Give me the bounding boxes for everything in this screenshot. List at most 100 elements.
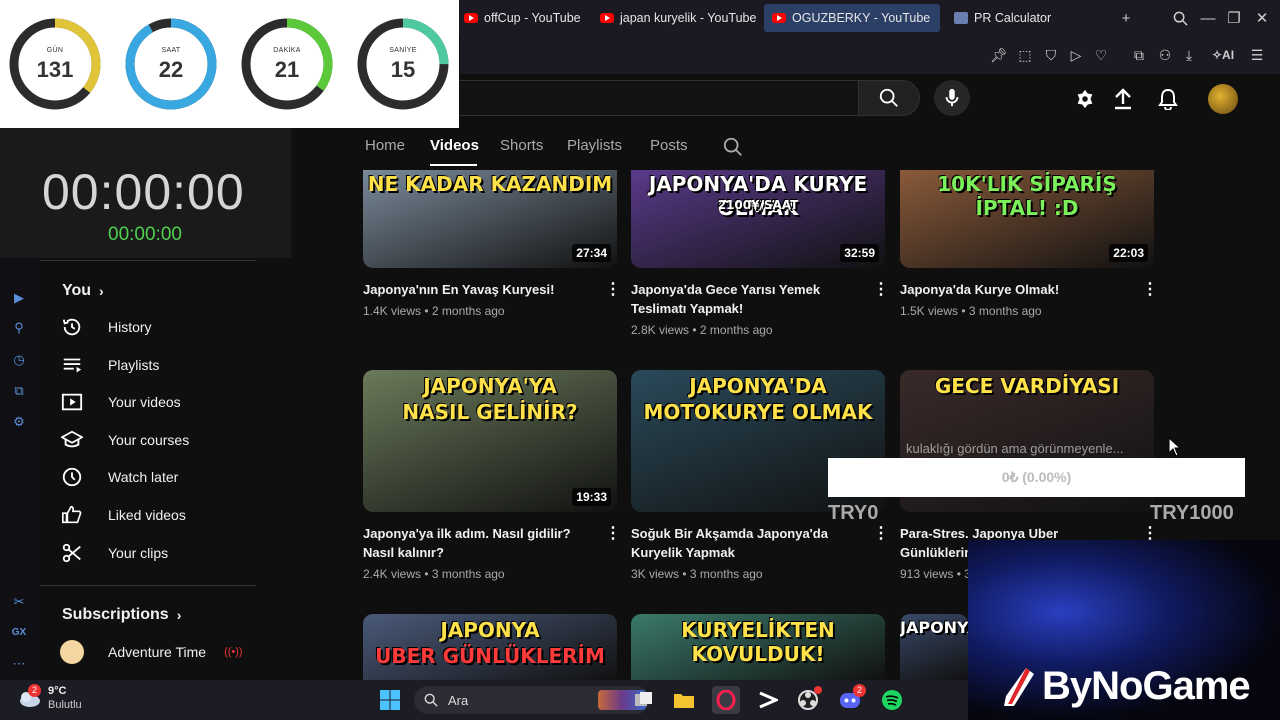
snapshot-icon[interactable]: ⬚ [1014,44,1036,66]
more-options-icon[interactable]: ⋮ [1142,279,1158,299]
windows-start-icon[interactable] [376,686,404,714]
tab-posts[interactable]: Posts [650,137,688,154]
extensions-icon[interactable]: ⧉ [1128,44,1150,66]
close-icon[interactable]: ✕ [1250,6,1274,30]
browser-tab-active[interactable]: OGUZBERKY - YouTube [764,4,940,32]
search-input[interactable] [440,80,858,116]
sidebar-item-label: Your videos [108,394,181,411]
discord-icon[interactable]: 2 [836,684,866,714]
countdown-label: SANİYE [389,47,417,54]
voice-search-button[interactable] [934,80,970,116]
gx-label[interactable]: GX [6,627,32,638]
discord-badge: 2 [853,684,866,697]
sidebar-item-your-videos[interactable]: Your videos [60,384,181,420]
tab-home[interactable]: Home [365,137,405,154]
tab-shorts[interactable]: Shorts [500,137,543,154]
shield-icon[interactable]: ⛉ [1040,44,1062,66]
profile-icon[interactable]: ⚇ [1154,44,1176,66]
weather-desc: Bulutlu [48,699,82,711]
countdown-value: 22 [158,57,184,82]
spotify-icon[interactable] [878,686,906,714]
more-options-icon[interactable]: ⋮ [605,279,621,299]
sidebar-item-your-courses[interactable]: Your courses [60,422,189,458]
tools-icon[interactable]: ✂ [9,592,29,612]
taskbar-search[interactable]: Ara [414,686,650,714]
countdown-hours: SAAT 22 [124,17,218,111]
youtube-icon [600,13,614,23]
task-view-icon[interactable] [630,686,658,714]
more-icon[interactable]: ⋯ [9,654,29,674]
download-icon[interactable]: ⤓ [1178,44,1200,66]
browser-tab[interactable]: offCup - YouTube [456,4,589,32]
sidebar-item-watch-later[interactable]: Watch later [60,459,178,495]
more-options-icon[interactable]: ⋮ [873,279,889,299]
video-thumbnail[interactable]: JAPONYA [900,614,968,680]
sidebar-item-liked-videos[interactable]: Liked videos [60,497,186,533]
video-thumbnail[interactable]: NE KADAR KAZANDIM 27:34 [363,170,617,268]
play-icon[interactable]: ▷ [1065,44,1087,66]
scissors-icon [60,541,84,565]
video-title[interactable]: Soğuk Bir Akşamda Japonya'da Kuryelik Ya… [631,524,861,562]
donation-max: TRY1000 [1150,502,1234,524]
countdown-days: GÜN 131 [8,17,102,111]
video-meta: 2.4K views • 3 months ago [363,567,505,581]
video-title[interactable]: Japonya'nın En Yavaş Kuryesi! [363,280,593,299]
subscription-item[interactable]: Adventure Time ((•)) [60,634,243,670]
more-options-icon[interactable]: ⋮ [873,523,889,543]
thumbnail-text-2: NASIL GELİNİR? [402,400,578,424]
weather-widget[interactable]: 2 9°C Bulutlu [16,684,82,712]
file-explorer-icon[interactable] [670,686,698,714]
settings-icon[interactable]: ⚙ [9,412,29,432]
menu-icon[interactable]: ☰ [1246,44,1268,66]
countdown-label: SAAT [161,47,181,54]
history-icon [60,315,84,339]
you-section-header[interactable]: You › [62,282,104,300]
upload-icon[interactable] [1110,86,1136,112]
ai-button[interactable]: ✧ AI [1208,44,1238,66]
new-tab-icon[interactable]: + [1114,6,1138,30]
channel-search-icon[interactable] [722,136,744,163]
pin-icon[interactable]: ⚲ [9,318,29,338]
avatar[interactable] [1208,84,1238,114]
sidebar-item-your-clips[interactable]: Your clips [60,535,168,571]
maximize-icon[interactable]: ❐ [1222,6,1246,30]
video-thumbnail[interactable]: JAPONYA UBER GÜNLÜKLERİM [363,614,617,680]
video-title[interactable]: Japonya'da Kurye Olmak! [900,280,1130,299]
obs-icon[interactable] [794,686,822,714]
clock-icon[interactable]: ◷ [9,350,29,370]
video-thumbnail[interactable]: 10K'LIK SİPARİŞ İPTAL! :D 22:03 [900,170,1154,268]
countdown-value: 15 [390,57,416,82]
tab-playlists[interactable]: Playlists [567,137,622,154]
heart-icon[interactable]: ♡ [1090,44,1112,66]
sidebar-item-history[interactable]: History [60,309,152,345]
player-icon[interactable]: ▶ [9,288,29,308]
video-thumbnail[interactable]: JAPONYA'DA KURYE OLMAK 2100¥/SAAT 32:59 [631,170,885,268]
sidebar-item-playlists[interactable]: Playlists [60,347,159,383]
minimize-icon[interactable]: — [1196,6,1220,30]
search-icon [424,693,438,707]
video-title[interactable]: Japonya'ya ilk adım. Nasıl gidilir? Nası… [363,524,593,562]
more-options-icon[interactable]: ⋮ [605,523,621,543]
search-tabs-icon[interactable] [1168,6,1192,30]
watch-later-icon [60,465,84,489]
youtube-icon [772,13,786,23]
alert-message: kulaklığı gördün ama görünmeyenle... [906,441,1124,456]
browser-tab[interactable]: PR Calculator [946,4,1059,32]
studio-icon[interactable] [1072,86,1098,112]
browser-tab[interactable]: japan kuryelik - YouTube [592,4,764,32]
tab-videos[interactable]: Videos [430,137,479,154]
video-thumbnail[interactable]: JAPONYA'YA NASIL GELİNİR? 19:33 [363,370,617,512]
search-button[interactable] [858,80,920,116]
sidebar-item-label: Your clips [108,544,169,561]
subscriptions-header[interactable]: Subscriptions › [62,606,181,624]
countdown-label: GÜN [46,47,64,54]
opera-gx-icon[interactable] [712,686,740,714]
notifications-icon[interactable] [1155,86,1181,112]
capcut-icon[interactable] [754,686,782,714]
video-meta: 1.4K views • 2 months ago [363,304,505,318]
video-title[interactable]: Japonya'da Gece Yarısı Yemek Teslimatı Y… [631,280,861,318]
extensions-icon[interactable]: ⧉ [9,381,29,401]
pin-icon[interactable]: 📌︎ [988,44,1010,66]
video-thumbnail[interactable]: KURYELİKTEN KOVULDUK! [631,614,885,680]
divider [40,260,256,261]
